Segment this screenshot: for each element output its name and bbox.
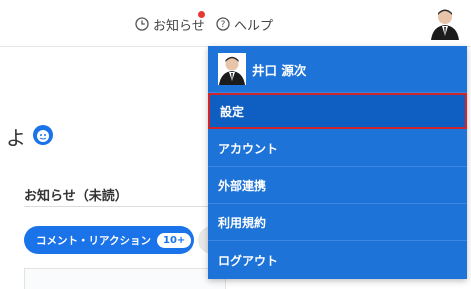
notice-list	[24, 268, 226, 289]
page-heading-fragment: よ	[6, 126, 26, 150]
count-badge: 10+	[156, 232, 192, 248]
menu-item-account[interactable]: アカウント	[208, 131, 467, 167]
top-bar: お知らせ ? ヘルプ	[0, 0, 471, 47]
menu-item-terms[interactable]: 利用規約	[208, 205, 467, 241]
clock-icon	[135, 17, 149, 31]
help-icon: ?	[216, 17, 230, 31]
notice-link[interactable]: お知らせ	[135, 15, 205, 34]
notification-dot	[198, 11, 205, 18]
help-link[interactable]: ? ヘルプ	[216, 15, 274, 34]
menu-item-label: ログアウト	[218, 253, 279, 268]
help-label: ヘルプ	[234, 18, 274, 34]
user-avatar[interactable]	[430, 6, 460, 40]
menu-item-integrations[interactable]: 外部連携	[208, 168, 467, 204]
notice-label: お知らせ	[153, 18, 205, 34]
menu-item-label: 外部連携	[218, 179, 267, 193]
filter-label: コメント・リアクション	[36, 234, 151, 247]
user-menu-header: 井口 源次	[208, 46, 467, 93]
user-name: 井口 源次	[252, 62, 307, 78]
menu-item-label: 設定	[220, 104, 245, 119]
menu-item-logout[interactable]: ログアウト	[208, 242, 467, 278]
svg-text:?: ?	[221, 20, 226, 30]
menu-item-label: アカウント	[218, 142, 279, 156]
user-menu-dropdown: 井口 源次 設定 アカウント 外部連携 利用規約 ログアウト	[208, 46, 467, 279]
section-title: お知らせ（未読）	[24, 189, 128, 204]
menu-item-label: 利用規約	[218, 216, 267, 230]
mascot-icon	[33, 125, 53, 145]
divider	[24, 206, 224, 207]
comment-reaction-filter[interactable]: コメント・リアクション 10+	[24, 226, 194, 254]
user-avatar	[218, 53, 246, 85]
menu-item-settings[interactable]: 設定	[208, 93, 467, 129]
